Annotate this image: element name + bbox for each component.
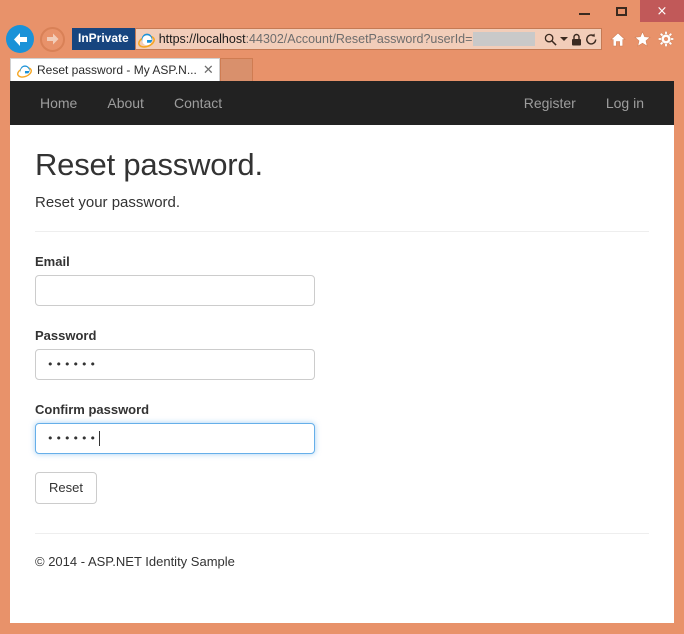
- refresh-icon[interactable]: [585, 33, 598, 46]
- browser-tab-reset-password[interactable]: Reset password - My ASP.N... ✕: [10, 58, 220, 81]
- url-host: https://localhost: [158, 32, 246, 46]
- form-group-confirm-password: Confirm password ••••••: [35, 402, 649, 454]
- window-controls: ×: [566, 0, 684, 22]
- minimize-button[interactable]: [566, 0, 603, 22]
- tab-strip: Reset password - My ASP.N... ✕: [0, 56, 684, 81]
- back-button[interactable]: [6, 25, 34, 53]
- back-arrow-icon: [13, 32, 27, 46]
- header-divider: [35, 231, 649, 232]
- confirm-password-label: Confirm password: [35, 402, 150, 417]
- browser-toolbar: InPrivate https://localhost:44302/Accoun…: [0, 22, 684, 56]
- password-value: ••••••: [47, 358, 98, 371]
- home-icon[interactable]: [606, 26, 630, 52]
- url-text[interactable]: https://localhost:44302/Account/ResetPas…: [159, 31, 541, 47]
- nav-register-link[interactable]: Register: [509, 81, 591, 125]
- maximize-icon: [616, 6, 627, 16]
- form-group-password: Password ••••••: [35, 328, 649, 380]
- form-group-email: Email: [35, 254, 649, 306]
- browser-tool-icons: [606, 26, 678, 52]
- url-redacted-value: [473, 32, 536, 46]
- settings-gear-icon[interactable]: [654, 26, 678, 52]
- internet-explorer-icon: [137, 33, 155, 48]
- email-field[interactable]: [35, 275, 315, 306]
- page-viewport: Home About Contact Register Log in Reset…: [10, 81, 674, 623]
- sidebar-item-about[interactable]: About: [92, 81, 159, 125]
- browser-window: × InPrivate https://localhost:44302/Acco…: [0, 0, 684, 634]
- new-tab-button[interactable]: [219, 58, 253, 81]
- site-nav-right-group: Register Log in: [509, 81, 659, 125]
- tab-internet-explorer-icon: [17, 64, 32, 78]
- password-field[interactable]: ••••••: [35, 349, 315, 380]
- email-label: Email: [35, 254, 70, 269]
- confirm-password-field[interactable]: ••••••: [35, 423, 315, 454]
- close-button[interactable]: ×: [640, 0, 684, 22]
- chevron-down-icon[interactable]: [560, 37, 568, 41]
- search-icon[interactable]: [544, 33, 557, 46]
- address-bar[interactable]: https://localhost:44302/Account/ResetPas…: [134, 28, 602, 50]
- lock-icon[interactable]: [571, 33, 582, 46]
- maximize-button[interactable]: [603, 0, 640, 22]
- minimize-icon: [579, 13, 590, 15]
- sidebar-item-contact[interactable]: Contact: [159, 81, 237, 125]
- site-navigation-bar: Home About Contact Register Log in: [10, 81, 674, 125]
- forward-arrow-icon: [46, 33, 58, 45]
- footer-copyright: © 2014 - ASP.NET Identity Sample: [35, 554, 235, 569]
- title-bar: ×: [0, 0, 684, 22]
- sidebar-item-home[interactable]: Home: [25, 81, 92, 125]
- tab-close-icon[interactable]: ✕: [203, 64, 214, 77]
- page-title: Reset password.: [35, 147, 263, 182]
- inprivate-badge: InPrivate: [72, 28, 135, 50]
- reset-button[interactable]: Reset: [35, 472, 97, 504]
- url-path: :44302/Account/ResetPassword?userId=: [245, 32, 473, 46]
- favorites-star-icon[interactable]: [630, 26, 654, 52]
- page-content: Reset password. Reset your password. Ema…: [10, 147, 674, 571]
- password-label: Password: [35, 328, 97, 343]
- footer-divider: [35, 533, 649, 534]
- close-icon: ×: [656, 3, 668, 19]
- forward-button[interactable]: [40, 26, 65, 52]
- nav-login-link[interactable]: Log in: [591, 81, 659, 125]
- text-cursor: [98, 431, 100, 446]
- tab-title: Reset password - My ASP.N...: [37, 63, 197, 77]
- page-subtitle: Reset your password.: [35, 194, 181, 211]
- confirm-password-value: ••••••: [47, 432, 98, 445]
